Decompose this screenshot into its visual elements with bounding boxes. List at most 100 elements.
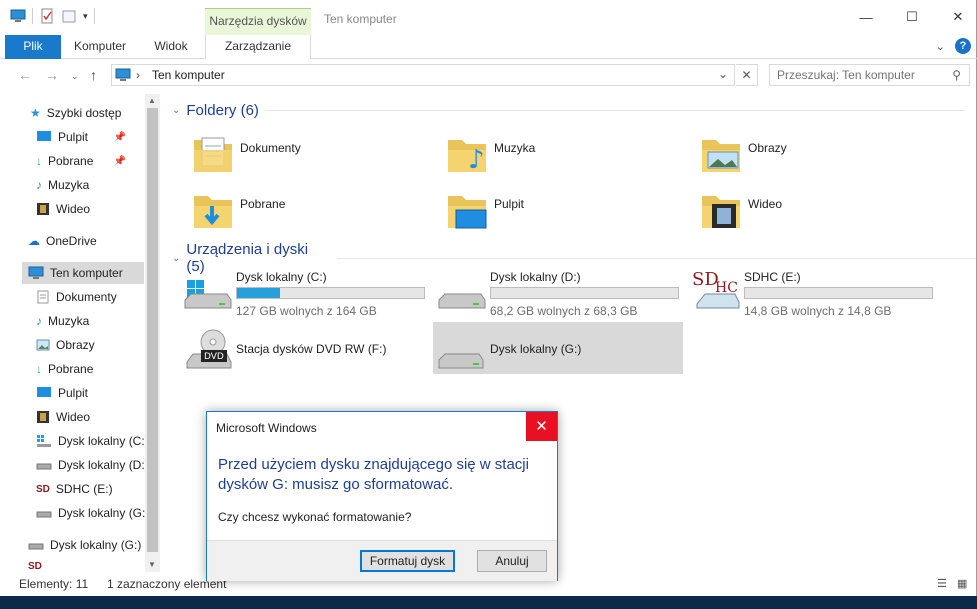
sidebar-item-label: Pobrane (48, 362, 94, 376)
drive-e-sdhc[interactable]: SD HC SDHC (E:) 14,8 GB wolnych z 14,8 GB (689, 262, 939, 318)
tiles-view-icon[interactable]: ▦ (957, 577, 967, 590)
sidebar-item-quick-access[interactable]: ★ Szybki dostęp (30, 102, 121, 124)
sidebar-item-label: Wideo (56, 410, 91, 424)
folders-group-header[interactable]: ⌄ Foldery (6) (172, 102, 965, 119)
properties-icon[interactable] (39, 8, 55, 24)
back-arrow-icon[interactable]: ← (18, 67, 32, 83)
sidebar-item-label: Ten komputer (50, 266, 123, 280)
format-dialog: Microsoft Windows ✕ Przed użyciem dysku … (206, 411, 558, 581)
maximize-button[interactable]: ☐ (889, 0, 935, 34)
recent-locations-icon[interactable]: ⌄ (71, 71, 79, 82)
drive-icon (28, 543, 44, 550)
sidebar-item-desktop[interactable]: Pulpit (36, 382, 88, 404)
svg-text:♪: ♪ (468, 145, 485, 175)
toolbar-divider (93, 8, 95, 24)
folder-label: Dokumenty (240, 141, 301, 155)
cancel-button[interactable]: Anuluj (477, 550, 547, 572)
drive-label: Stacja dysków DVD RW (F:) (236, 342, 387, 356)
expand-ribbon-icon[interactable]: ⌄ (936, 40, 945, 53)
sidebar-item-label: Pobrane (48, 154, 94, 168)
sidebar-item-onedrive[interactable]: ☁ OneDrive (28, 230, 97, 252)
forward-arrow-icon[interactable]: → (45, 67, 59, 83)
dvd-drive-icon: DVD (186, 329, 232, 369)
sidebar-item-this-pc[interactable]: Ten komputer (22, 262, 144, 284)
sidebar-item-music[interactable]: ♪ Muzyka (36, 310, 89, 332)
chevron-down-icon[interactable]: ⌄ (172, 253, 180, 264)
new-folder-icon[interactable] (61, 8, 77, 24)
svg-text:DVD: DVD (204, 352, 224, 362)
tab-file[interactable]: Plik (5, 35, 61, 59)
drive-c[interactable]: Dysk lokalny (C:) 127 GB wolnych z 164 G… (181, 262, 431, 318)
sidebar-item-label: Dysk lokalny (C:) (58, 434, 149, 448)
sidebar-item-label: Dysk lokalny (G:) (50, 538, 142, 552)
drive-g[interactable]: Dysk lokalny (G:) (433, 322, 683, 374)
drive-d[interactable]: Dysk lokalny (D:) 68,2 GB wolnych z 68,3… (435, 262, 685, 318)
computer-icon[interactable] (10, 8, 26, 24)
sidebar-item-downloads[interactable]: ↓ Pobrane 📌 (36, 150, 144, 172)
ribbon-controls: ⌄ ? (936, 38, 971, 54)
tab-computer[interactable]: Komputer (66, 35, 134, 59)
sidebar-item-label: Dysk lokalny (D:) (58, 458, 149, 472)
sidebar-item-drive-g-root[interactable]: Dysk lokalny (G:) (28, 534, 141, 556)
capacity-bar (490, 287, 679, 299)
sidebar-item-sd-partial[interactable]: SD (28, 560, 42, 572)
folder-label: Pulpit (494, 197, 525, 211)
dialog-close-button[interactable]: ✕ (526, 412, 557, 441)
drive-label: Dysk lokalny (G:) (490, 342, 582, 356)
navigation-pane: ★ Szybki dostęp Pulpit 📌 ↓ Pobrane 📌 ♪ M… (0, 94, 160, 572)
format-disk-button[interactable]: Formatuj dysk (360, 550, 455, 572)
breadcrumb-path[interactable]: Ten komputer (152, 68, 225, 82)
drive-label: Dysk lokalny (C:) (236, 270, 327, 284)
address-dropdown-icon[interactable]: ⌄ (718, 67, 728, 81)
sidebar-item-drive-c[interactable]: Dysk lokalny (C:) (36, 430, 149, 452)
folder-pictures[interactable]: Obrazy (694, 128, 944, 178)
star-icon: ★ (30, 106, 41, 120)
sd-card-icon: SDHC (692, 269, 740, 309)
folder-downloads[interactable]: Pobrane (186, 184, 436, 234)
sidebar-item-videos[interactable]: Wideo (36, 406, 90, 428)
sidebar-item-videos[interactable]: Wideo (36, 198, 90, 220)
scroll-up-icon[interactable]: ▲ (148, 96, 156, 105)
sidebar-item-music[interactable]: ♪ Muzyka (36, 174, 89, 196)
sidebar-item-label: Wideo (56, 202, 91, 216)
tab-manage[interactable]: Zarządzanie (205, 35, 311, 59)
drive-f-dvd[interactable]: DVD Stacja dysków DVD RW (F:) (181, 322, 431, 374)
sidebar-item-documents[interactable]: Dokumenty (36, 286, 117, 308)
folder-desktop[interactable]: Pulpit (440, 184, 690, 234)
scrollbar-thumb[interactable] (147, 108, 158, 552)
drive-icon (36, 511, 52, 518)
breadcrumb-chevron-icon[interactable]: › (136, 68, 140, 82)
folder-documents[interactable]: Dokumenty (186, 128, 436, 178)
dialog-content: Czy chcesz wykonać formatowanie? (218, 510, 412, 524)
up-arrow-icon[interactable]: ↑ (90, 67, 97, 83)
sidebar-item-sdhc-e[interactable]: SD SDHC (E:) (36, 478, 113, 500)
toolbar-divider (32, 8, 33, 24)
sidebar-item-drive-d[interactable]: Dysk lokalny (D:) (36, 454, 149, 476)
sidebar-item-pictures[interactable]: Obrazy (36, 334, 95, 356)
sidebar-item-drive-g[interactable]: Dysk lokalny (G:) (36, 502, 149, 524)
close-button[interactable]: ✕ (935, 0, 977, 34)
dialog-main-instruction: Przed użyciem dysku znajdującego się w s… (218, 456, 529, 493)
sidebar-item-label: Obrazy (56, 338, 95, 352)
address-bar[interactable]: › Ten komputer ⌄ (111, 64, 735, 86)
chevron-down-icon[interactable]: ⌄ (172, 105, 180, 116)
search-box[interactable]: ⚲ (769, 64, 970, 86)
tab-view[interactable]: Widok (140, 35, 202, 59)
group-divider (336, 257, 977, 259)
minimize-button[interactable]: — (843, 0, 889, 34)
customize-toolbar-icon[interactable]: ▾ (83, 11, 88, 22)
sidebar-item-desktop[interactable]: Pulpit 📌 (36, 126, 144, 148)
capacity-bar (744, 287, 933, 299)
details-view-icon[interactable]: ☰ (937, 577, 947, 590)
sidebar-scrollbar[interactable]: ▲ ▼ (145, 94, 160, 572)
drive-free-space: 68,2 GB wolnych z 68,3 GB (490, 304, 638, 318)
video-icon (37, 203, 49, 215)
folder-videos[interactable]: Wideo (694, 184, 944, 234)
sidebar-item-downloads[interactable]: ↓ Pobrane (36, 358, 93, 380)
folder-music[interactable]: ♪ Muzyka (440, 128, 690, 178)
help-icon[interactable]: ? (955, 38, 971, 54)
scroll-down-icon[interactable]: ▼ (148, 560, 156, 569)
clear-address-button[interactable]: ✕ (736, 64, 758, 86)
search-icon[interactable]: ⚲ (952, 68, 961, 82)
search-input[interactable] (777, 68, 947, 82)
